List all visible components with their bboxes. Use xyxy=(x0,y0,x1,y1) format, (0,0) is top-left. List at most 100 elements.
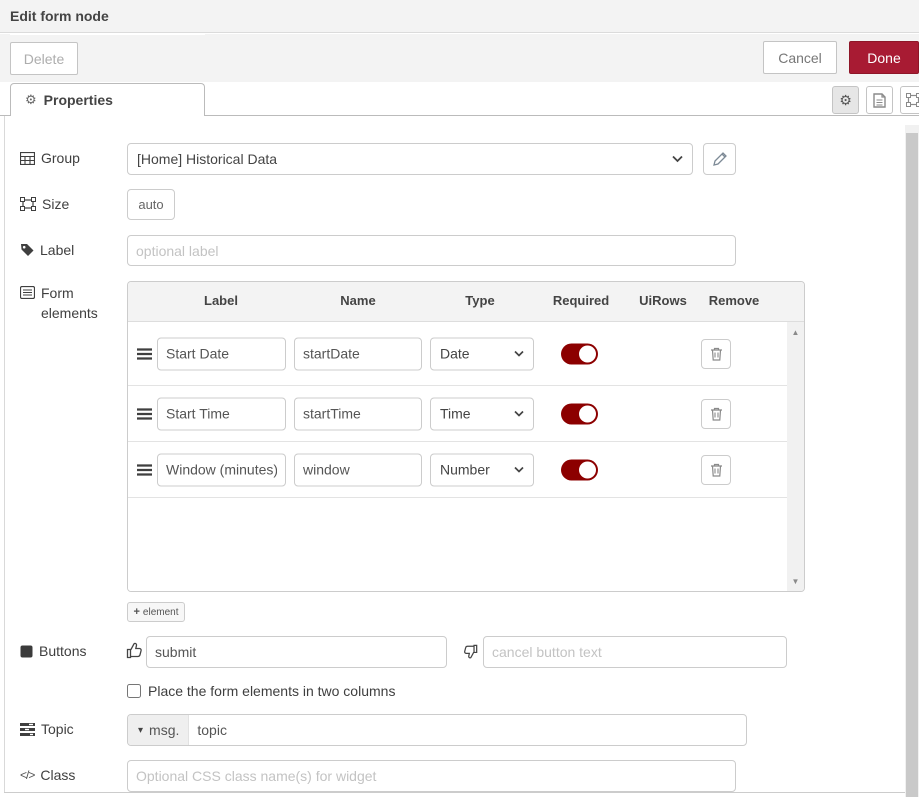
submit-button-text-input[interactable] xyxy=(146,636,447,668)
thumbs-up-icon xyxy=(126,641,143,659)
dialog-title: Edit form node xyxy=(10,8,109,24)
code-icon: </> xyxy=(20,768,34,782)
object-group-icon xyxy=(906,93,919,107)
group-select[interactable]: [Home] Historical Data xyxy=(127,143,693,175)
gear-icon: ⚙ xyxy=(25,92,37,108)
appearance-icon-button[interactable] xyxy=(900,86,919,114)
two-columns-option[interactable]: Place the form elements in two columns xyxy=(127,683,395,699)
tab-active-merge xyxy=(10,33,205,35)
topic-type-select[interactable]: ▾ msg. xyxy=(128,715,189,745)
element-name-input[interactable] xyxy=(294,397,422,430)
element-label-input[interactable] xyxy=(157,397,286,430)
delete-button[interactable]: Delete xyxy=(10,42,78,75)
scroll-down-icon[interactable]: ▼ xyxy=(787,573,804,589)
topic-typed-input: ▾ msg. topic xyxy=(127,714,747,746)
content-left-border xyxy=(4,116,5,792)
trash-icon xyxy=(710,407,723,421)
toggle-knob xyxy=(579,461,596,478)
scroll-up-icon[interactable]: ▲ xyxy=(787,324,804,340)
form-element-row: Date xyxy=(128,322,787,386)
cancel-button[interactable]: Cancel xyxy=(763,41,837,74)
topic-type-label: msg. xyxy=(149,722,179,738)
required-toggle[interactable] xyxy=(561,403,598,424)
drag-handle-icon[interactable] xyxy=(137,464,152,476)
class-field-label: </> Class xyxy=(20,767,75,783)
tag-icon xyxy=(20,243,34,257)
plus-icon: + xyxy=(133,606,139,618)
column-header-name: Name xyxy=(340,293,375,308)
toggle-knob xyxy=(579,345,596,362)
form-elements-header: Label Name Type Required UiRows Remove xyxy=(128,282,804,322)
form-elements-body: Date xyxy=(128,322,787,591)
list-alt-icon xyxy=(20,286,35,299)
chevron-down-icon xyxy=(514,411,524,417)
chevron-down-icon xyxy=(514,351,524,357)
add-element-button[interactable]: + element xyxy=(127,602,185,622)
content-bottom-border xyxy=(4,792,919,793)
cancel-button-text-input[interactable] xyxy=(483,636,787,668)
column-header-uirows: UiRows xyxy=(639,293,687,308)
caret-down-icon: ▾ xyxy=(138,725,143,736)
buttons-field-label: Buttons xyxy=(20,643,86,659)
description-icon-button[interactable] xyxy=(866,86,893,114)
drag-handle-icon[interactable] xyxy=(137,348,152,360)
toggle-knob xyxy=(579,405,596,422)
dialog-scrollbar[interactable] xyxy=(905,125,919,797)
column-header-label: Label xyxy=(204,293,238,308)
dialog-buttonbar: Delete Cancel Done xyxy=(0,34,919,82)
element-type-select[interactable]: Date xyxy=(430,337,534,370)
element-name-input[interactable] xyxy=(294,337,422,370)
element-label-input[interactable] xyxy=(157,337,286,370)
label-field-label: Label xyxy=(20,242,74,258)
done-button[interactable]: Done xyxy=(849,41,919,74)
tasks-icon xyxy=(20,723,35,736)
topic-field-label: Topic xyxy=(20,721,74,737)
tab-bar: ⚙ Properties ⚙ xyxy=(0,82,919,116)
element-type-select[interactable]: Time xyxy=(430,397,534,430)
gear-icon: ⚙ xyxy=(839,92,852,109)
element-type-select[interactable]: Number xyxy=(430,453,534,486)
form-elements-table: Label Name Type Required UiRows Remove D… xyxy=(127,281,805,592)
scrollbar-thumb[interactable] xyxy=(906,133,918,797)
table-icon xyxy=(20,152,35,165)
group-field-label: Group xyxy=(20,150,80,166)
object-group-icon xyxy=(20,197,36,211)
topic-value-input[interactable]: topic xyxy=(189,715,746,745)
form-element-row: Number xyxy=(128,442,787,498)
trash-icon xyxy=(710,463,723,477)
column-header-remove: Remove xyxy=(709,293,760,308)
tab-properties[interactable]: ⚙ Properties xyxy=(10,83,205,116)
trash-icon xyxy=(710,347,723,361)
column-header-required: Required xyxy=(553,293,609,308)
tab-properties-label: Properties xyxy=(44,92,113,108)
size-field-label: Size xyxy=(20,196,69,212)
chevron-down-icon xyxy=(672,156,683,163)
required-toggle[interactable] xyxy=(561,343,598,364)
dialog-titlebar: Edit form node xyxy=(0,0,919,33)
size-auto-button[interactable]: auto xyxy=(127,189,175,220)
class-input[interactable] xyxy=(127,760,736,792)
edit-group-button[interactable] xyxy=(703,143,736,175)
two-columns-checkbox[interactable] xyxy=(127,684,141,698)
form-elements-field-label: Formelements xyxy=(20,283,98,324)
column-header-type: Type xyxy=(465,293,494,308)
two-columns-label: Place the form elements in two columns xyxy=(148,683,395,699)
remove-element-button[interactable] xyxy=(701,399,731,429)
edit-properties-icon-button[interactable]: ⚙ xyxy=(832,86,859,114)
remove-element-button[interactable] xyxy=(701,339,731,369)
remove-element-button[interactable] xyxy=(701,455,731,485)
form-element-row: Time xyxy=(128,386,787,442)
pencil-icon xyxy=(713,152,727,166)
group-select-value: [Home] Historical Data xyxy=(137,151,277,167)
edit-form-node-dialog: Edit form node Delete Cancel Done ⚙ Prop… xyxy=(0,0,919,797)
drag-handle-icon[interactable] xyxy=(137,408,152,420)
required-toggle[interactable] xyxy=(561,459,598,480)
thumbs-down-icon xyxy=(463,644,478,660)
document-icon xyxy=(873,93,886,108)
element-label-input[interactable] xyxy=(157,453,286,486)
element-name-input[interactable] xyxy=(294,453,422,486)
chevron-down-icon xyxy=(514,467,524,473)
label-input[interactable] xyxy=(127,235,736,266)
table-scrollbar[interactable]: ▲ ▼ xyxy=(787,322,804,591)
square-icon xyxy=(20,645,33,658)
